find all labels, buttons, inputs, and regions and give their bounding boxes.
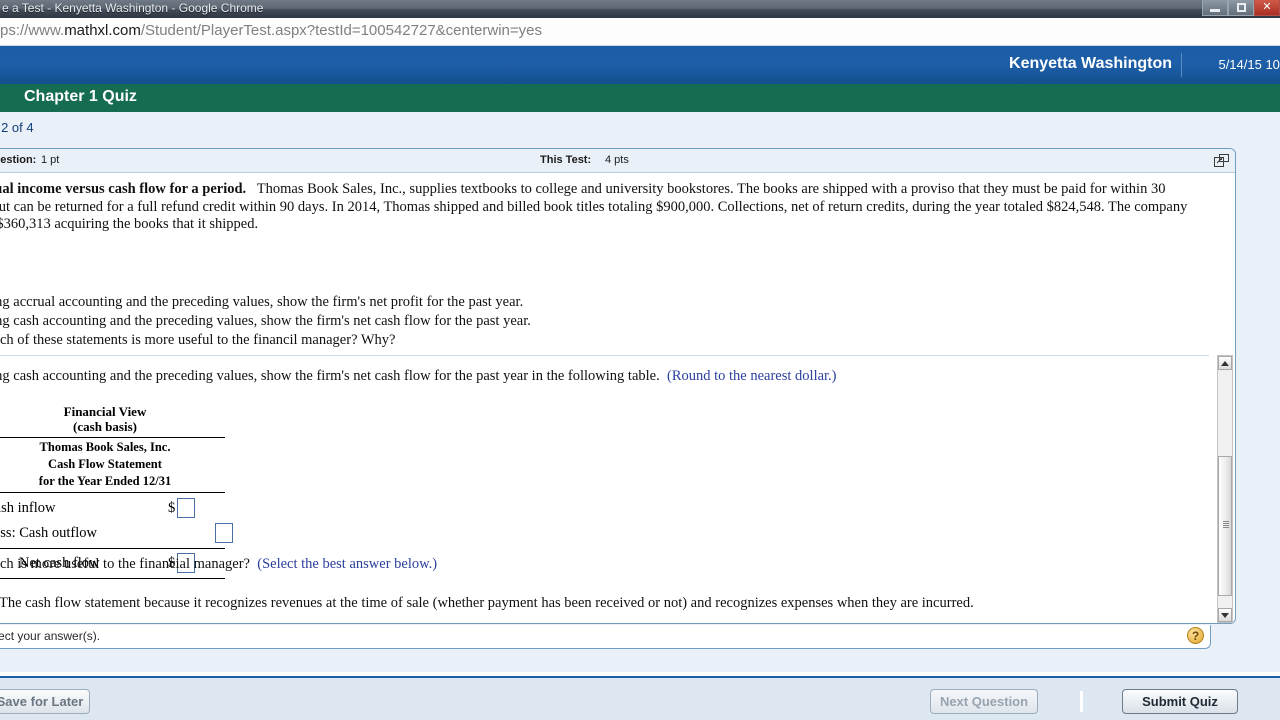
question-content: ccrual income versus cash flow for a per… xyxy=(0,173,1235,623)
toolbar-divider xyxy=(1080,691,1083,712)
page-body: stion 2 of 4 Question: 1 pt This Test: 4… xyxy=(0,112,1280,672)
submit-quiz-button[interactable]: Submit Quiz xyxy=(1122,689,1238,714)
table-title-line-1: Financial View xyxy=(63,404,147,419)
selection-instruction-bar: k to select your answer(s). ? xyxy=(0,625,1211,649)
test-points-label: This Test: xyxy=(540,154,592,166)
student-name: Kenyetta Washington xyxy=(1009,55,1172,72)
question-line-2: ys but can be returned for a full refund… xyxy=(0,198,1188,215)
scroll-down-button[interactable] xyxy=(1218,608,1232,622)
browser-title-bar[interactable]: e a Test - Kenyetta Washington - Google … xyxy=(0,0,1280,18)
scrollbar-grip-icon xyxy=(1223,521,1229,528)
cash-inflow-input[interactable] xyxy=(177,498,195,518)
panel-header: Question: 1 pt This Test: 4 pts xyxy=(0,149,1235,173)
close-button[interactable]: ✕ xyxy=(1254,0,1280,16)
bottom-toolbar: Save for Later Next Question Submit Quiz xyxy=(0,676,1280,720)
cash-outflow-input[interactable] xyxy=(215,523,233,543)
question-line-1: ccrual income versus cash flow for a per… xyxy=(0,181,1225,199)
help-glyph: ? xyxy=(1191,628,1200,643)
rounding-hint: (Round to the nearest dollar.) xyxy=(666,368,837,384)
answer-area-scrollbar[interactable] xyxy=(1217,355,1233,623)
table-rule-bottom xyxy=(0,578,225,579)
sub-question-c: Which of these statements is more useful… xyxy=(0,332,396,348)
cash-flow-table: Financial View (cash basis) Thomas Book … xyxy=(0,404,233,579)
question-line-3: ent $360,313 acquiring the books that it… xyxy=(0,216,259,232)
question-bold-lead: ccrual income versus cash flow for a per… xyxy=(0,181,247,197)
multiple-choice-question: Which is more useful to the financial ma… xyxy=(0,556,437,573)
close-icon: ✕ xyxy=(1262,1,1272,13)
selection-instruction-text: k to select your answer(s). xyxy=(0,629,101,643)
table-subtitle-line-1: Thomas Book Sales, Inc. xyxy=(39,440,171,454)
table-row: Less: Cash outflow xyxy=(0,521,233,546)
sub-questions: Using accrual accounting and the precedi… xyxy=(0,293,1225,350)
sub-question-b: Using cash accounting and the preceding … xyxy=(0,313,531,329)
banner-datetime: 5/14/15 10:05 xyxy=(1218,57,1280,72)
question-points-value: 1 pt xyxy=(41,154,60,166)
popout-icon[interactable] xyxy=(1211,151,1231,169)
question-panel: Question: 1 pt This Test: 4 pts ccrual i… xyxy=(0,148,1236,649)
answer-prompt: Using cash accounting and the preceding … xyxy=(0,368,837,385)
table-title-line-2: (cash basis) xyxy=(73,419,137,434)
banner-divider xyxy=(1181,53,1182,77)
scroll-up-button[interactable] xyxy=(1218,356,1232,370)
address-bar[interactable]: ps://www.mathxl.com/Student/PlayerTest.a… xyxy=(0,18,1280,46)
table-subtitle-line-2: Cash Flow Statement xyxy=(48,457,162,471)
save-for-later-button[interactable]: Save for Later xyxy=(0,689,90,714)
cash-inflow-currency: $ xyxy=(168,500,176,516)
question-points-label: Question: xyxy=(0,154,37,166)
url-path: /Student/PlayerTest.aspx?testId=10054272… xyxy=(140,22,542,39)
maximize-button[interactable] xyxy=(1228,0,1254,16)
minimize-button[interactable] xyxy=(1202,0,1228,16)
next-question-button[interactable]: Next Question xyxy=(930,689,1038,714)
quiz-bar: z: Chapter 1 Quiz xyxy=(0,84,1280,112)
url-prefix: ps://www. xyxy=(0,22,65,39)
question-counter: stion 2 of 4 xyxy=(0,120,34,135)
mathxl-banner: Kenyetta Washington 5/14/15 10:05 xyxy=(0,46,1280,84)
popout-glyph xyxy=(1213,153,1229,167)
table-rule-mid xyxy=(0,492,225,493)
help-icon[interactable]: ? xyxy=(1187,627,1204,644)
answer-scroll-area: Using cash accounting and the preceding … xyxy=(0,355,1209,623)
mc-question-text: Which is more useful to the financial ma… xyxy=(0,556,250,572)
window-title: e a Test - Kenyetta Washington - Google … xyxy=(2,1,264,15)
url-text: ps://www.mathxl.com/Student/PlayerTest.a… xyxy=(0,22,542,39)
url-host: mathxl.com xyxy=(64,22,141,39)
scrollbar-thumb[interactable] xyxy=(1218,456,1232,596)
window-controls: ✕ xyxy=(1202,0,1280,18)
cash-outflow-label: Less: Cash outflow xyxy=(0,525,97,541)
scroll-up-arrow-icon xyxy=(1221,360,1229,366)
question-statement: ccrual income versus cash flow for a per… xyxy=(0,181,1225,234)
test-points-value: 4 pts xyxy=(605,154,629,166)
table-subtitle-line-3: for the Year Ended 12/31 xyxy=(38,474,172,488)
scroll-down-arrow-icon xyxy=(1221,612,1229,618)
question-line-1-rest: Thomas Book Sales, Inc., supplies textbo… xyxy=(256,181,1166,197)
minimize-icon xyxy=(1210,9,1220,12)
answer-prompt-text: Using cash accounting and the preceding … xyxy=(0,368,660,384)
sub-question-a: Using accrual accounting and the precedi… xyxy=(0,294,524,310)
maximize-icon xyxy=(1236,3,1246,12)
quiz-title: Chapter 1 Quiz xyxy=(24,88,137,105)
mc-text-a: The cash flow statement because it recog… xyxy=(0,595,974,611)
table-row: Cash inflow $ xyxy=(0,496,225,521)
table-rule-subtotal xyxy=(0,548,225,549)
mc-select-hint: (Select the best answer below.) xyxy=(257,556,438,572)
cash-inflow-label: Cash inflow xyxy=(0,500,56,516)
